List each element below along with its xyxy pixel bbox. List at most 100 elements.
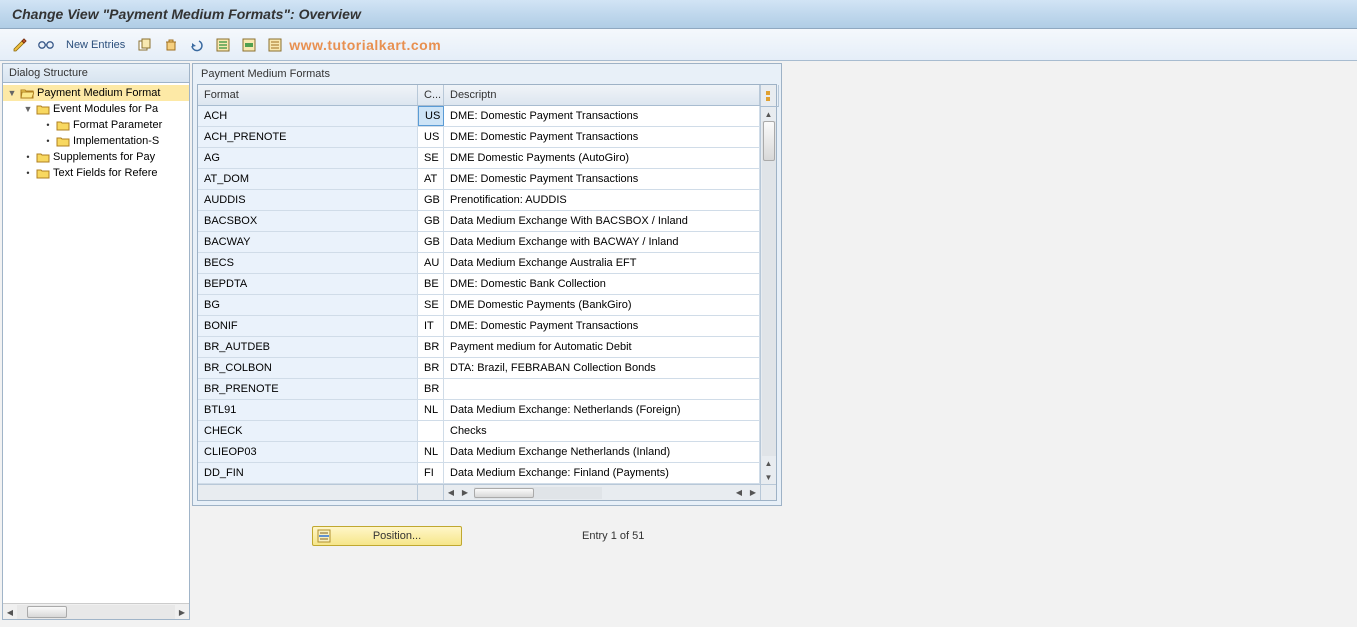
cell-description[interactable]	[444, 379, 760, 399]
dialog-structure-hscroll[interactable]: ◀ ▶	[3, 603, 189, 619]
hscroll-left-icon[interactable]: ◀	[444, 486, 458, 500]
cell-country[interactable]: FI	[418, 463, 444, 483]
cell-description[interactable]: Checks	[444, 421, 760, 441]
scroll-up-icon[interactable]: ▲	[762, 107, 776, 121]
cell-description[interactable]: Data Medium Exchange With BACSBOX / Inla…	[444, 211, 760, 231]
cell-description[interactable]: DME: Domestic Payment Transactions	[444, 169, 760, 189]
hscroll-thumb[interactable]	[474, 488, 534, 498]
cell-country[interactable]: GB	[418, 211, 444, 231]
table-row[interactable]: AUDDISGBPrenotification: AUDDIS	[198, 190, 760, 211]
cell-description[interactable]: DME: Domestic Payment Transactions	[444, 316, 760, 336]
toggle-display-change-icon[interactable]	[10, 35, 30, 55]
cell-country[interactable]: AT	[418, 169, 444, 189]
cell-country[interactable]	[418, 421, 444, 441]
undo-icon[interactable]	[187, 35, 207, 55]
cell-format[interactable]: ACH_PRENOTE	[198, 127, 418, 147]
cell-format[interactable]: BACWAY	[198, 232, 418, 252]
table-row[interactable]: BR_COLBONBRDTA: Brazil, FEBRABAN Collect…	[198, 358, 760, 379]
cell-country[interactable]: US	[418, 106, 444, 126]
cell-description[interactable]: DME: Domestic Payment Transactions	[444, 106, 760, 126]
cell-format[interactable]: BEPDTA	[198, 274, 418, 294]
table-row[interactable]: BTL91NLData Medium Exchange: Netherlands…	[198, 400, 760, 421]
cell-country[interactable]: GB	[418, 232, 444, 252]
cell-description[interactable]: Data Medium Exchange Netherlands (Inland…	[444, 442, 760, 462]
cell-format[interactable]: AUDDIS	[198, 190, 418, 210]
tree-expand-icon[interactable]: ▼	[7, 88, 17, 98]
cell-description[interactable]: Prenotification: AUDDIS	[444, 190, 760, 210]
cell-description[interactable]: DME Domestic Payments (AutoGiro)	[444, 148, 760, 168]
tree-bullet-icon[interactable]: •	[23, 168, 33, 178]
tree-bullet-icon[interactable]: •	[43, 136, 53, 146]
cell-format[interactable]: CLIEOP03	[198, 442, 418, 462]
table-row[interactable]: BGSEDME Domestic Payments (BankGiro)	[198, 295, 760, 316]
table-row[interactable]: BACWAYGBData Medium Exchange with BACWAY…	[198, 232, 760, 253]
glasses-icon[interactable]	[36, 35, 56, 55]
table-row[interactable]: AGSEDME Domestic Payments (AutoGiro)	[198, 148, 760, 169]
cell-country[interactable]: AU	[418, 253, 444, 273]
delete-icon[interactable]	[161, 35, 181, 55]
scroll-right-icon[interactable]: ▶	[175, 605, 189, 619]
table-row[interactable]: DD_FINFIData Medium Exchange: Finland (P…	[198, 463, 760, 484]
table-row[interactable]: BONIFITDME: Domestic Payment Transaction…	[198, 316, 760, 337]
cell-format[interactable]: AG	[198, 148, 418, 168]
position-button[interactable]: Position...	[312, 526, 462, 546]
cell-format[interactable]: BONIF	[198, 316, 418, 336]
cell-format[interactable]: BR_COLBON	[198, 358, 418, 378]
cell-description[interactable]: Data Medium Exchange: Netherlands (Forei…	[444, 400, 760, 420]
tree-bullet-icon[interactable]: •	[43, 120, 53, 130]
cell-format[interactable]: CHECK	[198, 421, 418, 441]
table-row[interactable]: BECSAUData Medium Exchange Australia EFT	[198, 253, 760, 274]
cell-country[interactable]: NL	[418, 400, 444, 420]
cell-description[interactable]: DME: Domestic Bank Collection	[444, 274, 760, 294]
tree-node[interactable]: ▼Event Modules for Pa	[3, 101, 189, 117]
tree-node[interactable]: •Implementation-S	[3, 133, 189, 149]
cell-country[interactable]: BE	[418, 274, 444, 294]
tree-node[interactable]: ▼Payment Medium Format	[3, 85, 189, 101]
cell-country[interactable]: SE	[418, 295, 444, 315]
deselect-all-icon[interactable]	[265, 35, 285, 55]
col-header-format[interactable]: Format	[198, 85, 418, 105]
cell-format[interactable]: BR_PRENOTE	[198, 379, 418, 399]
table-row[interactable]: BR_AUTDEBBRPayment medium for Automatic …	[198, 337, 760, 358]
cell-country[interactable]: BR	[418, 379, 444, 399]
scroll-left-icon[interactable]: ◀	[3, 605, 17, 619]
scroll-thumb[interactable]	[27, 606, 67, 618]
scroll-down-icon-upper[interactable]: ▲	[762, 456, 776, 470]
cell-format[interactable]: BG	[198, 295, 418, 315]
cell-description[interactable]: DME: Domestic Payment Transactions	[444, 127, 760, 147]
cell-format[interactable]: AT_DOM	[198, 169, 418, 189]
select-block-icon[interactable]	[239, 35, 259, 55]
cell-country[interactable]: NL	[418, 442, 444, 462]
new-entries-button[interactable]: New Entries	[62, 39, 129, 51]
tree-node[interactable]: •Format Parameter	[3, 117, 189, 133]
cell-format[interactable]: DD_FIN	[198, 463, 418, 483]
tree-bullet-icon[interactable]: •	[23, 152, 33, 162]
table-row[interactable]: CLIEOP03NLData Medium Exchange Netherlan…	[198, 442, 760, 463]
vscroll-thumb[interactable]	[763, 121, 775, 161]
cell-format[interactable]: ACH	[198, 106, 418, 126]
cell-country[interactable]: SE	[418, 148, 444, 168]
table-config-icon[interactable]	[759, 85, 779, 107]
cell-format[interactable]: BECS	[198, 253, 418, 273]
copy-icon[interactable]	[135, 35, 155, 55]
cell-format[interactable]: BTL91	[198, 400, 418, 420]
cell-description[interactable]: Data Medium Exchange: Finland (Payments)	[444, 463, 760, 483]
col-header-description[interactable]: Descriptn	[444, 85, 760, 105]
table-row[interactable]: ACHUSDME: Domestic Payment Transactions	[198, 106, 760, 127]
table-hscroll[interactable]: ◀ ▶ ◀ ▶	[198, 484, 776, 500]
cell-format[interactable]: BACSBOX	[198, 211, 418, 231]
table-row[interactable]: BEPDTABEDME: Domestic Bank Collection	[198, 274, 760, 295]
cell-country[interactable]: BR	[418, 337, 444, 357]
table-row[interactable]: ACH_PRENOTEUSDME: Domestic Payment Trans…	[198, 127, 760, 148]
cell-description[interactable]: DME Domestic Payments (BankGiro)	[444, 295, 760, 315]
cell-description[interactable]: Payment medium for Automatic Debit	[444, 337, 760, 357]
hscroll-right-icon[interactable]: ▶	[746, 486, 760, 500]
table-row[interactable]: CHECK Checks	[198, 421, 760, 442]
cell-country[interactable]: IT	[418, 316, 444, 336]
tree-expand-icon[interactable]: ▼	[23, 104, 33, 114]
cell-description[interactable]: DTA: Brazil, FEBRABAN Collection Bonds	[444, 358, 760, 378]
table-row[interactable]: BR_PRENOTEBR	[198, 379, 760, 400]
tree-node[interactable]: •Text Fields for Refere	[3, 165, 189, 181]
tree-node[interactable]: •Supplements for Pay	[3, 149, 189, 165]
hscroll-left2-icon[interactable]: ◀	[732, 486, 746, 500]
